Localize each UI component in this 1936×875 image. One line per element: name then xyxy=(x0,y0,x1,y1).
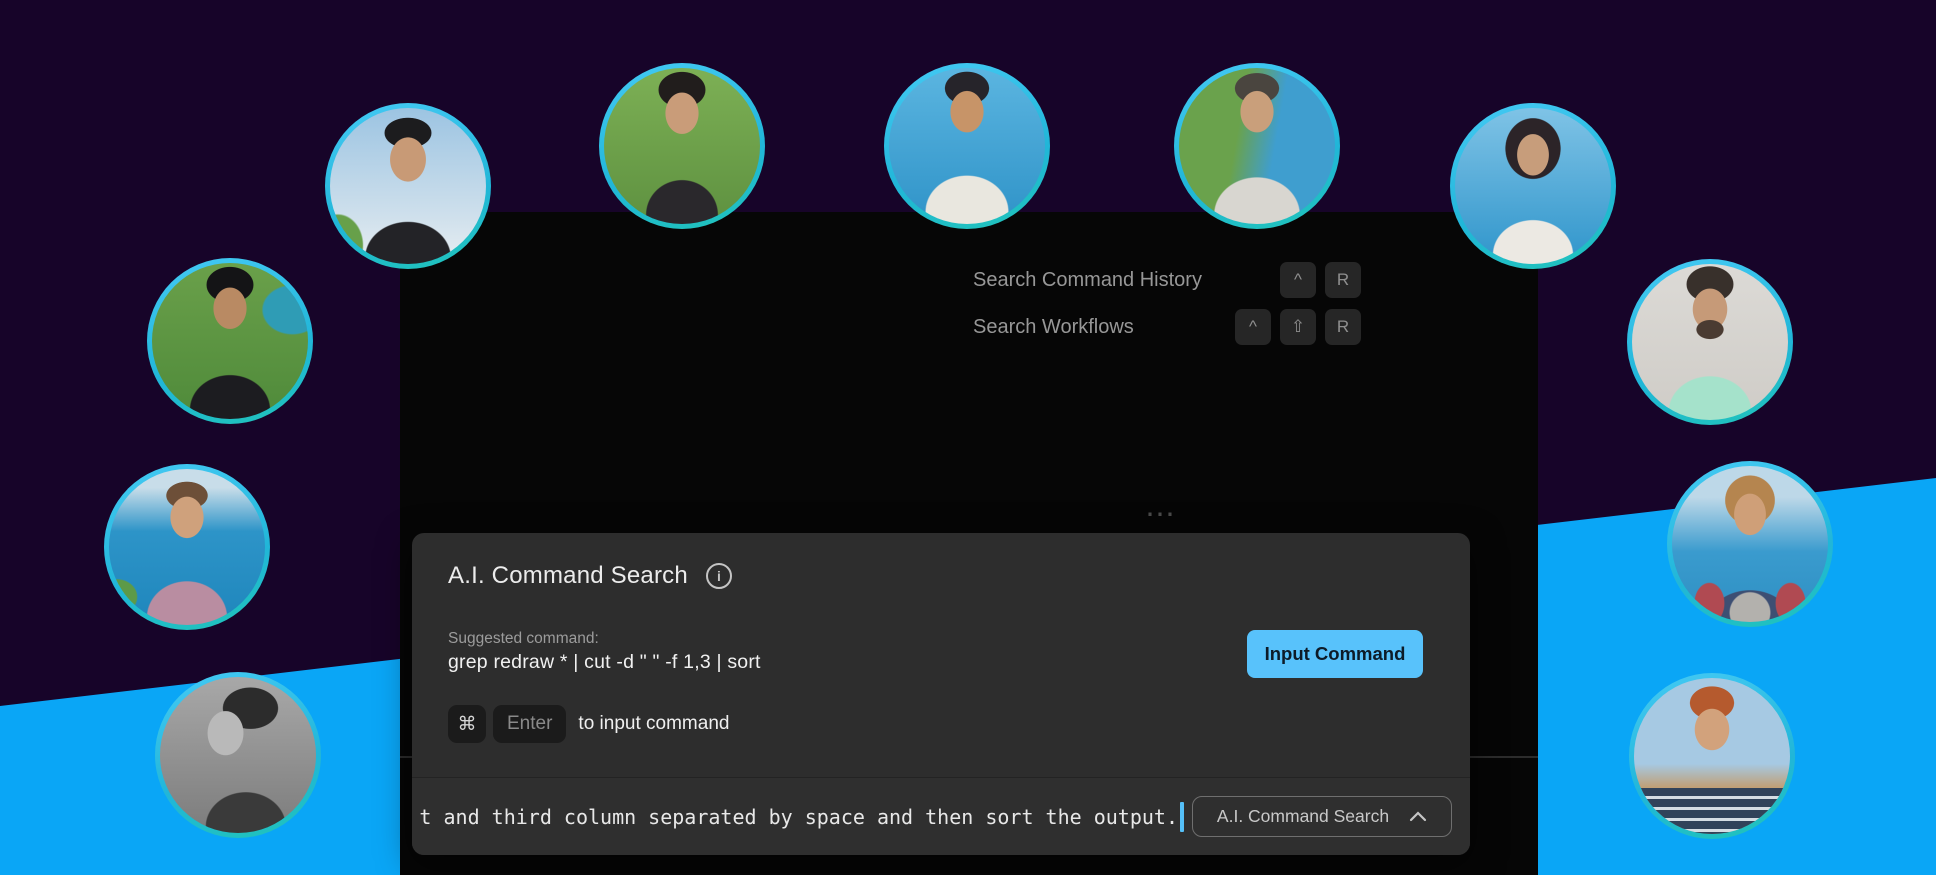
avatar-photo xyxy=(1629,673,1795,839)
keyboard-hint-row: ⌘ Enter to input command xyxy=(448,705,729,743)
panel-title-row: A.I. Command Search i xyxy=(448,562,732,590)
suggested-command-label: Suggested command: xyxy=(448,630,599,648)
suggested-command-text: grep redraw * | cut -d " " -f 1,3 | sort xyxy=(448,651,761,674)
avatar-photo xyxy=(155,672,321,838)
avatar-photo xyxy=(599,63,765,229)
mode-selector-dropdown[interactable]: A.I. Command Search xyxy=(1192,796,1452,837)
mode-selector-label: A.I. Command Search xyxy=(1217,806,1389,827)
avatar-photo xyxy=(1174,63,1340,229)
chevron-up-icon xyxy=(1409,811,1427,822)
shortcut-row-command-history[interactable]: Search Command History ^ R xyxy=(973,260,1361,300)
r-keycap: R xyxy=(1325,262,1361,298)
enter-keycap: Enter xyxy=(493,705,566,743)
info-icon-glyph: i xyxy=(717,569,721,583)
shortcut-row-workflows[interactable]: Search Workflows ^ ⇧ R xyxy=(973,307,1361,347)
avatar-photo xyxy=(325,103,491,269)
info-icon[interactable]: i xyxy=(706,563,732,589)
avatar-photo xyxy=(1450,103,1616,269)
text-cursor xyxy=(1180,802,1184,832)
shortcut-label: Search Workflows xyxy=(973,316,1134,339)
command-input-bar[interactable]: t and third column separated by space an… xyxy=(412,777,1470,855)
avatar-photo xyxy=(147,258,313,424)
shortcut-keys: ^ R xyxy=(1280,262,1361,298)
cmd-keycap: ⌘ xyxy=(448,705,486,743)
shortcut-label: Search Command History xyxy=(973,269,1202,292)
ctrl-keycap: ^ xyxy=(1235,309,1271,345)
panel-main: A.I. Command Search i Suggested command:… xyxy=(412,533,1470,777)
ai-command-search-panel: A.I. Command Search i Suggested command:… xyxy=(412,533,1470,855)
input-command-button[interactable]: Input Command xyxy=(1247,630,1423,678)
panel-drag-handle[interactable]: ⋯ xyxy=(1145,510,1176,520)
page: ⋯ Search Command History ^ R Search Work… xyxy=(0,0,1936,875)
avatar-photo xyxy=(884,63,1050,229)
avatar-photo xyxy=(1627,259,1793,425)
avatar-photo xyxy=(104,464,270,630)
r-keycap: R xyxy=(1325,309,1361,345)
hint-text: to input command xyxy=(578,713,729,735)
avatar-photo xyxy=(1667,461,1833,627)
shift-keycap: ⇧ xyxy=(1280,309,1316,345)
shortcut-keys: ^ ⇧ R xyxy=(1235,309,1361,345)
ctrl-keycap: ^ xyxy=(1280,262,1316,298)
panel-title: A.I. Command Search xyxy=(448,562,688,590)
command-input-text: t and third column separated by space an… xyxy=(419,778,1178,855)
